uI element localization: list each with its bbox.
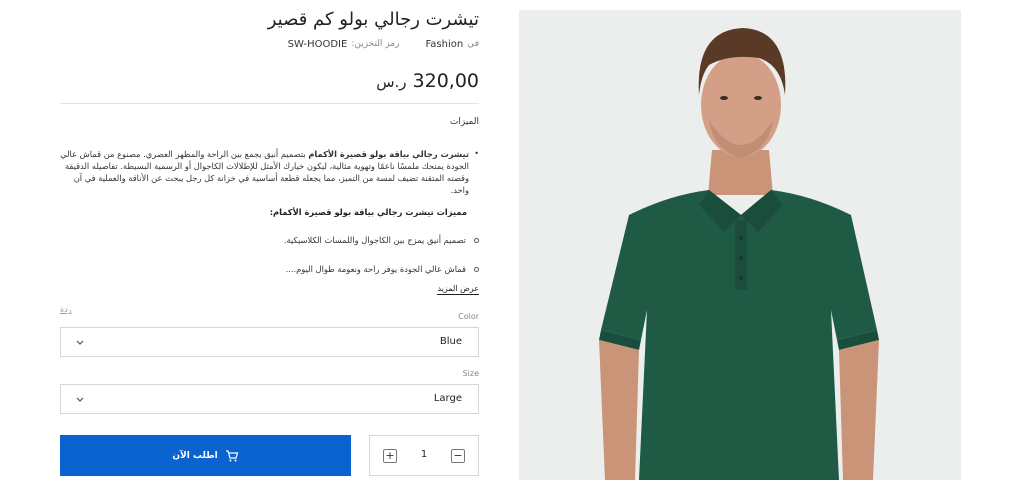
circle-bullet-icon <box>474 237 479 243</box>
product-photo <box>519 10 961 480</box>
color-label: Color <box>458 312 479 321</box>
feature-item-text: قماش عالي الجودة يوفر راحة ونعومة طوال ا… <box>285 264 466 274</box>
cart-icon <box>225 449 238 461</box>
size-selected-value: Large <box>433 393 462 404</box>
divider <box>60 103 479 104</box>
bullet-icon: • <box>474 149 479 158</box>
order-now-button[interactable]: اطلب الآن <box>60 435 351 476</box>
circle-bullet-icon <box>474 266 479 272</box>
price-currency: ر.س <box>376 73 407 91</box>
product-image[interactable] <box>519 10 961 480</box>
sku-value: SW-HOODIE <box>287 39 348 50</box>
product-description: • تيشرت رجالي بياقة بولو قصيرة الأكمام ب… <box>60 148 479 196</box>
features-subheading: مميزات تيشرت رجالي بياقة بولو قصيرة الأك… <box>269 207 467 217</box>
category-prefix: في <box>467 39 479 49</box>
product-price: 320,00 ر.س <box>376 70 479 92</box>
product-title: تيشرت رجالي بولو كم قصير <box>267 9 479 30</box>
product-meta: في Fashion رمز التخزين: SW-HOODIE <box>288 39 479 50</box>
feature-item: قماش عالي الجودة يوفر راحة ونعومة طوال ا… <box>286 264 479 274</box>
feature-item: تصميم أنيق يمزج بين الكاجوال واللمسات ال… <box>284 235 479 245</box>
color-select[interactable]: Blue <box>60 327 479 357</box>
decrease-quantity-button[interactable]: − <box>451 449 465 463</box>
price-value: 320,00 <box>412 70 479 92</box>
features-heading: الميزات <box>449 117 479 127</box>
quantity-stepper: + 1 − <box>369 435 479 476</box>
sku-label: رمز التخزين: <box>351 39 400 49</box>
description-bold: تيشرت رجالي بياقة بولو قصيرة الأكمام <box>308 149 469 159</box>
size-select[interactable]: Large <box>60 384 479 414</box>
size-label: Size <box>462 369 479 378</box>
clear-selection-link[interactable]: ردة <box>60 305 72 314</box>
show-more-link[interactable]: عرض المزيد <box>437 284 479 295</box>
chevron-down-icon <box>76 397 84 402</box>
category-link[interactable]: Fashion <box>425 39 463 50</box>
color-selected-value: Blue <box>439 336 462 347</box>
order-now-label: اطلب الآن <box>172 450 218 461</box>
chevron-down-icon <box>76 340 84 345</box>
feature-item-text: تصميم أنيق يمزج بين الكاجوال واللمسات ال… <box>283 235 466 245</box>
